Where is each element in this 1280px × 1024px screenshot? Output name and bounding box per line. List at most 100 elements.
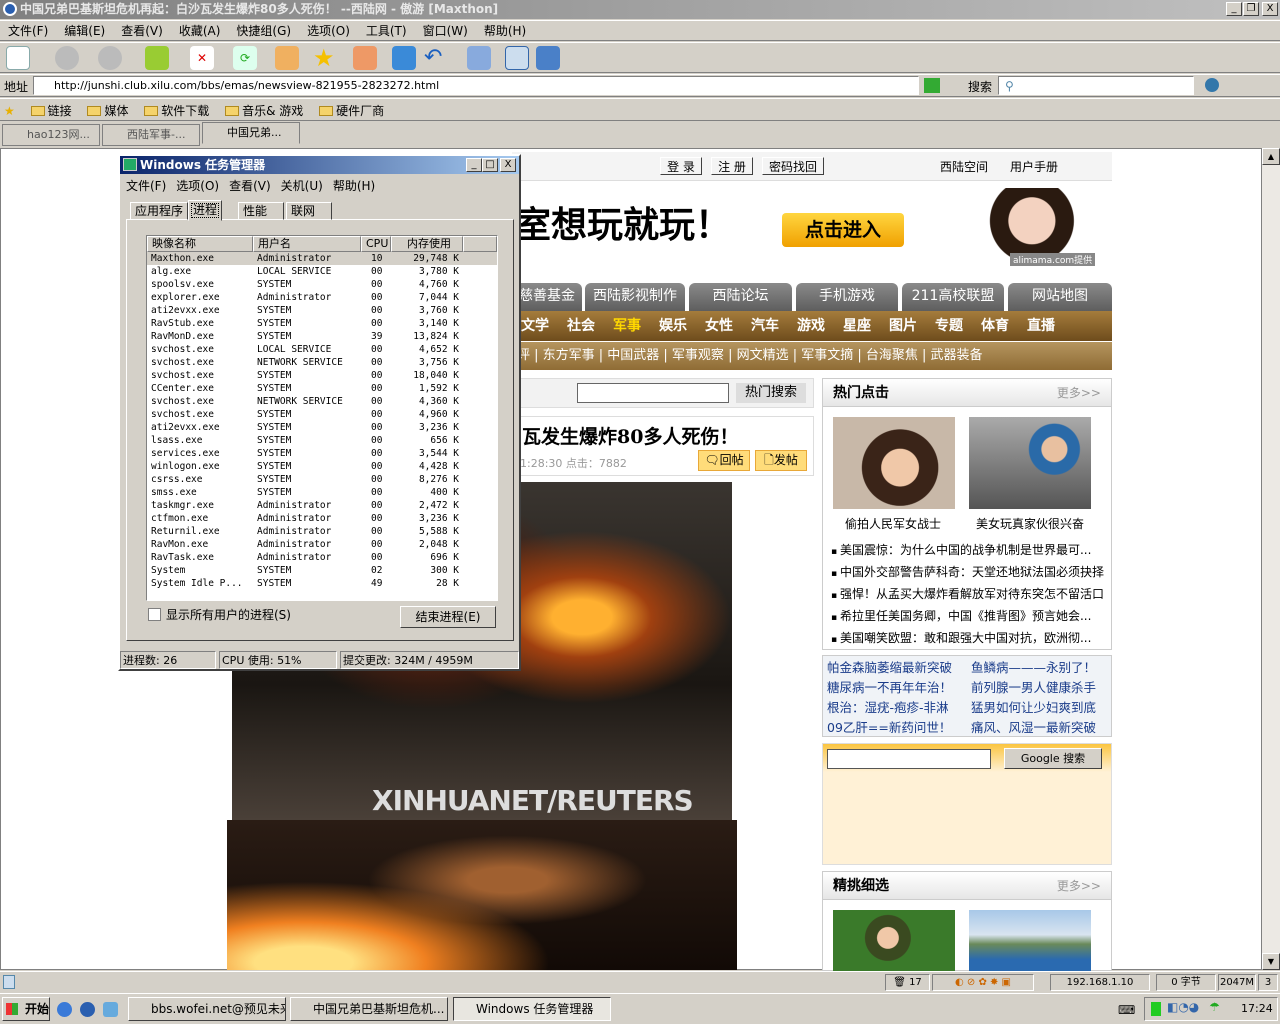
menu-options[interactable]: 选项(O) <box>307 24 350 38</box>
process-row[interactable]: csrss.exe SYSTEM 00 8,276 K <box>147 473 497 486</box>
google-search-input[interactable] <box>827 749 991 769</box>
process-row[interactable]: services.exe SYSTEM 00 3,544 K <box>147 447 497 460</box>
post-button[interactable]: 🗋发帖 <box>755 450 807 471</box>
banner-enter-button[interactable]: 点击进入 <box>782 213 904 247</box>
stop-icon[interactable]: ✕ <box>190 46 214 70</box>
reply-button[interactable]: 🗨回帖 <box>698 450 750 471</box>
hot-caption-2[interactable]: 美女玩真家伙很兴奋 <box>976 515 1084 532</box>
health-link[interactable]: 帕金森脑萎缩最新突破 <box>827 658 971 678</box>
gray-tab-sitemap[interactable]: 网站地图 <box>1008 283 1112 311</box>
col-memory[interactable]: 内存使用 <box>391 236 463 252</box>
nav-entertainment[interactable]: 娱乐 <box>659 311 687 341</box>
register-button[interactable]: 注 册 <box>711 157 753 175</box>
tm-tab-applications[interactable]: 应用程序 <box>130 202 189 220</box>
taskbar-item-maxthon[interactable]: 中国兄弟巴基斯坦危机... <box>290 997 448 1021</box>
menu-tools[interactable]: 工具(T) <box>366 24 407 38</box>
sub-nav[interactable]: 军评 | 东方军事 | 中国武器 | 军事观察 | 网文精选 | 军事文摘 | … <box>512 342 1112 370</box>
taskbar-item-task-manager[interactable]: Windows 任务管理器 <box>453 997 611 1021</box>
menu-view[interactable]: 查看(V) <box>121 24 163 38</box>
col-image-name[interactable]: 映像名称 <box>147 236 253 252</box>
scroll-down-button[interactable]: ▼ <box>1262 953 1280 970</box>
end-process-button[interactable]: 结束进程(E) <box>400 606 496 628</box>
edit-icon[interactable] <box>536 46 560 70</box>
health-link[interactable]: 根治：湿疣-疱疹-非淋 <box>827 698 971 718</box>
health-link[interactable]: 猛男如何让少妇爽到底 <box>971 698 1115 718</box>
ie-quicklaunch-icon[interactable] <box>57 1002 72 1017</box>
menu-file[interactable]: 文件(F) <box>8 24 48 38</box>
sub-nav-links[interactable]: 军评 | 东方军事 | 中国武器 | 军事观察 | 网文精选 | 军事文摘 | … <box>512 348 983 363</box>
link-user-manual[interactable]: 用户手册 <box>1010 158 1058 175</box>
search-input[interactable] <box>998 76 1194 95</box>
gray-tab-mobile-games[interactable]: 手机游戏 <box>796 283 898 311</box>
nav-live[interactable]: 直播 <box>1027 311 1055 341</box>
keyboard-icon[interactable]: ⌨ <box>1118 1003 1135 1017</box>
process-row[interactable]: spoolsv.exe SYSTEM 00 4,760 K <box>147 278 497 291</box>
fav-links[interactable]: 链接 <box>30 104 72 118</box>
tray-monitor-icon[interactable] <box>1151 1002 1161 1016</box>
undo-icon[interactable]: ↶ <box>424 46 448 70</box>
hot-search-input[interactable] <box>577 383 729 403</box>
process-row[interactable]: RavMonD.exe SYSTEM 39 13,824 K <box>147 330 497 343</box>
url-input[interactable]: http://junshi.club.xilu.com/bbs/emas/new… <box>33 76 919 95</box>
process-row[interactable]: RavStub.exe SYSTEM 00 3,140 K <box>147 317 497 330</box>
gray-tab-211[interactable]: 211高校联盟 <box>902 283 1004 311</box>
translate-icon[interactable] <box>353 46 377 70</box>
hot-search-button[interactable]: 热门搜索 <box>736 383 806 403</box>
health-link[interactable]: 痛风、风湿一最新突破 <box>971 718 1115 738</box>
process-row[interactable]: ctfmon.exe Administrator 00 3,236 K <box>147 512 497 525</box>
tm-menu-file[interactable]: 文件(F) <box>126 177 166 194</box>
fav-software[interactable]: 软件下载 <box>144 104 209 118</box>
picks-photo-2[interactable] <box>969 910 1091 972</box>
login-button[interactable]: 登 录 <box>660 157 702 175</box>
process-row[interactable]: svchost.exe LOCAL SERVICE 00 4,652 K <box>147 343 497 356</box>
process-row[interactable]: winlogon.exe SYSTEM 00 4,428 K <box>147 460 497 473</box>
health-link[interactable]: 糖尿病一不再年年治！ <box>827 678 971 698</box>
health-link[interactable]: 鱼鳞病———永别了！ <box>971 658 1115 678</box>
process-row[interactable]: RavTask.exe Administrator 00 696 K <box>147 551 497 564</box>
forward-icon[interactable] <box>98 46 122 70</box>
tray-network-icon[interactable]: ◧◔◕ <box>1167 1000 1199 1014</box>
favorites-star-icon[interactable]: ★ <box>313 46 337 70</box>
minimize-button[interactable]: _ <box>1226 2 1242 16</box>
gray-tab-forum[interactable]: 西陆论坛 <box>689 283 792 311</box>
tm-minimize-button[interactable]: _ <box>466 158 482 172</box>
tab-hao123[interactable]: hao123网... <box>2 124 100 146</box>
gray-tab-film[interactable]: 西陆影视制作 <box>585 283 685 311</box>
fav-music-games[interactable]: 音乐& 游戏 <box>225 104 303 118</box>
hot-list-item[interactable]: 美国嘲笑欧盟：敢和跟强大中国对抗，欧洲彻... <box>831 627 1109 649</box>
nav-women[interactable]: 女性 <box>705 311 733 341</box>
menu-favorites[interactable]: 收藏(A) <box>179 24 221 38</box>
fav-hardware[interactable]: 硬件厂商 <box>319 104 384 118</box>
password-recovery-button[interactable]: 密码找回 <box>762 157 824 175</box>
picks-more-link[interactable]: 更多>> <box>1057 872 1101 900</box>
hot-list-item[interactable]: 强悍！从孟买大爆炸看解放军对待东突怎不留活口 <box>831 583 1109 605</box>
process-list[interactable]: 映像名称 用户名 CPU 内存使用 Maxthon.exe Administrat… <box>146 235 498 601</box>
nav-society[interactable]: 社会 <box>567 311 595 341</box>
menu-groups[interactable]: 快捷组(G) <box>236 24 291 38</box>
nav-military[interactable]: 军事 <box>613 311 641 341</box>
taskbar-item-folder[interactable]: bbs.wofei.net@预见未来 <box>128 997 286 1021</box>
nav-literature[interactable]: 文学 <box>521 311 549 341</box>
back-icon[interactable] <box>55 46 79 70</box>
tm-tab-performance[interactable]: 性能 <box>238 202 284 220</box>
tray-umbrella-icon[interactable]: ☂ <box>1209 1000 1220 1014</box>
hot-photo-2[interactable] <box>969 417 1091 509</box>
popup-icon[interactable] <box>392 46 416 70</box>
google-search-button[interactable]: Google 搜索 <box>1004 748 1102 769</box>
menu-edit[interactable]: 编辑(E) <box>64 24 105 38</box>
process-row[interactable]: System Idle P... SYSTEM 49 28 K <box>147 577 497 590</box>
tab-xilu-military[interactable]: 西陆军事-... <box>102 124 200 146</box>
tm-menu-help[interactable]: 帮助(H) <box>333 177 375 194</box>
process-row[interactable]: svchost.exe NETWORK SERVICE 00 4,360 K <box>147 395 497 408</box>
hot-list-item[interactable]: 中国外交部警告萨科奇：天堂还地狱法国必须抉择 <box>831 561 1109 583</box>
close-button[interactable]: X <box>1262 2 1278 16</box>
show-all-users-label[interactable]: 显示所有用户的进程(S) <box>166 606 291 623</box>
new-page-icon[interactable] <box>6 46 30 70</box>
hot-photo-1[interactable] <box>833 417 955 509</box>
process-row[interactable]: explorer.exe Administrator 00 7,044 K <box>147 291 497 304</box>
menu-window[interactable]: 窗口(W) <box>423 24 468 38</box>
globe-icon[interactable] <box>1205 78 1219 92</box>
tools-icon[interactable] <box>467 46 491 70</box>
hot-list-item[interactable]: 希拉里任美国务卿，中国《推背图》预言她会... <box>831 605 1109 627</box>
menu-help[interactable]: 帮助(H) <box>484 24 526 38</box>
